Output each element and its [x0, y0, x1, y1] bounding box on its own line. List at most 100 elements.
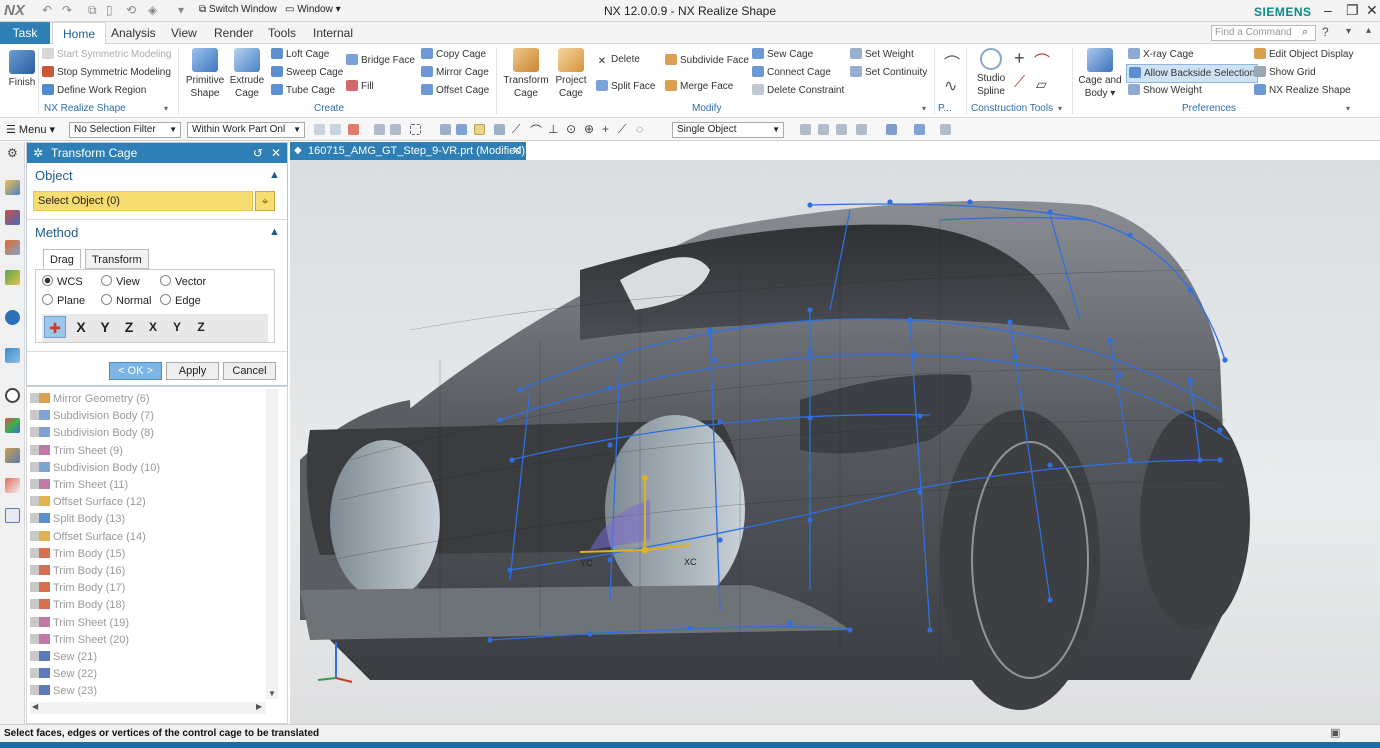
existing-point-icon[interactable]: ⟋	[618, 122, 626, 137]
allow-backside-toggle[interactable]: Allow Backside Selection	[1126, 64, 1259, 83]
orient-view-icon[interactable]	[856, 124, 867, 135]
minimize-icon[interactable]: –	[1324, 2, 1332, 18]
copy-cage-button[interactable]: Copy Cage	[421, 48, 486, 61]
rectangle-select-icon[interactable]	[410, 124, 421, 135]
vertex-select-icon[interactable]	[474, 124, 485, 135]
bridge-face-button[interactable]: Bridge Face	[346, 54, 415, 67]
dialog-title-bar[interactable]: ✲ Transform Cage ↺ ✕	[27, 143, 287, 163]
loft-cage-button[interactable]: Loft Cage	[271, 48, 329, 61]
tree-row[interactable]: Subdivision Body (8)	[30, 425, 266, 442]
fill-button[interactable]: Fill	[346, 80, 374, 93]
close-icon[interactable]: ✕	[1366, 2, 1378, 19]
undo-icon[interactable]: ↶	[42, 3, 52, 17]
edit-object-display-button[interactable]: Edit Object Display	[1254, 48, 1353, 61]
show-grid-toggle[interactable]: Show Grid	[1254, 66, 1316, 79]
roles-icon[interactable]	[5, 478, 20, 493]
sew-cage-button[interactable]: Sew Cage	[752, 48, 813, 61]
cancel-button[interactable]: Cancel	[223, 362, 276, 380]
curve-snap-icon[interactable]: ⌒	[530, 122, 542, 139]
filter-color-icon[interactable]	[348, 124, 359, 135]
radio-normal[interactable]: Normal	[101, 294, 151, 307]
snap-icon[interactable]	[314, 124, 325, 135]
transform-cage-button[interactable]: Transform Cage	[502, 48, 550, 100]
line-icon[interactable]: ⟋	[1014, 74, 1025, 92]
group-expand-icon[interactable]: ▾	[1346, 104, 1350, 113]
copy-icon[interactable]: ⧉	[88, 3, 97, 18]
center-point-icon[interactable]: ⊙	[566, 122, 576, 136]
radio-view[interactable]: View	[101, 275, 140, 288]
tab-view[interactable]: View	[161, 22, 207, 44]
radio-wcs[interactable]: WCS	[42, 275, 83, 288]
curve-icon[interactable]: ⌒	[944, 50, 960, 74]
y-axis-button[interactable]: Y	[94, 316, 116, 338]
tab-task[interactable]: Task	[0, 22, 50, 44]
offset-cage-button[interactable]: Offset Cage	[421, 84, 489, 97]
ribbon-collapse-icon[interactable]: ▴	[1366, 25, 1371, 36]
history-icon[interactable]	[5, 348, 20, 363]
tab-home[interactable]: Home	[52, 22, 107, 44]
group-expand-icon[interactable]: ▾	[1058, 104, 1062, 113]
connect-cage-button[interactable]: Connect Cage	[752, 66, 831, 79]
scroll-left-icon[interactable]: ◀	[32, 702, 38, 711]
tree-row[interactable]: Trim Body (18)	[30, 597, 266, 614]
primitive-shape-button[interactable]: Primitive Shape	[184, 48, 226, 100]
tree-row[interactable]: Split Body (13)	[30, 511, 266, 528]
set-weight-button[interactable]: Set Weight	[850, 48, 914, 61]
wave-curve-icon[interactable]: ∿	[944, 76, 957, 96]
finish-button[interactable]: Finish	[6, 50, 38, 89]
tree-vertical-scrollbar[interactable]: ▼	[266, 389, 278, 699]
selection-mode-select[interactable]: Single Object ▼	[672, 122, 784, 138]
select-all-icon[interactable]	[374, 124, 385, 135]
object-section-header[interactable]: Object	[35, 168, 73, 183]
menu-button[interactable]: ☰ Menu ▾	[6, 123, 55, 136]
selection-scope-select[interactable]: Within Work Part Onl ▼	[187, 122, 305, 138]
y-rotate-button[interactable]: Y	[166, 316, 188, 338]
extrude-cage-button[interactable]: Extrude Cage	[228, 48, 266, 100]
tree-row[interactable]: Subdivision Body (7)	[30, 408, 266, 425]
point-on-curve-icon[interactable]: ◌	[636, 122, 643, 136]
edge-select-icon[interactable]	[494, 124, 505, 135]
settings-icon[interactable]: ⚙	[7, 146, 18, 160]
zoom-icon[interactable]	[818, 124, 829, 135]
radio-plane[interactable]: Plane	[42, 294, 85, 307]
deselect-icon[interactable]	[390, 124, 401, 135]
find-command-input[interactable]: Find a Command	[1211, 25, 1316, 41]
free-drag-icon[interactable]: ✚	[44, 316, 66, 338]
scroll-down-icon[interactable]: ▼	[268, 689, 276, 698]
tree-row[interactable]: Sew (21)	[30, 649, 266, 666]
tube-cage-button[interactable]: Tube Cage	[271, 84, 335, 97]
tree-row[interactable]: Trim Sheet (20)	[30, 632, 266, 649]
tab-render[interactable]: Render	[204, 22, 263, 44]
web-browser-icon[interactable]	[5, 310, 20, 325]
xray-cage-toggle[interactable]: X-ray Cage	[1128, 48, 1194, 61]
z-axis-button[interactable]: Z	[118, 316, 140, 338]
split-face-button[interactable]: Split Face	[596, 80, 655, 93]
fit-icon[interactable]	[800, 124, 811, 135]
merge-face-button[interactable]: Merge Face	[665, 80, 733, 93]
nx-realize-shape-pref[interactable]: NX Realize Shape	[1254, 84, 1351, 97]
start-symmetric-button[interactable]: Start Symmetric Modeling	[42, 48, 171, 61]
tree-row[interactable]: Sew (22)	[30, 666, 266, 683]
delete-constraint-button[interactable]: Delete Constraint	[752, 84, 844, 97]
tree-row[interactable]: Offset Surface (12)	[30, 494, 266, 511]
radio-edge[interactable]: Edge	[160, 294, 201, 307]
tree-row[interactable]: Trim Sheet (11)	[30, 477, 266, 494]
feature-icon[interactable]	[440, 124, 451, 135]
tab-tools[interactable]: Tools	[258, 22, 306, 44]
apply-button[interactable]: Apply	[166, 362, 219, 380]
plane-icon[interactable]: ▱	[1036, 76, 1047, 93]
part-file-tab[interactable]: ◆ 160715_AMG_GT_Step_9-VR.prt (Modified)…	[290, 142, 526, 160]
project-cage-button[interactable]: Project Cage	[552, 48, 590, 100]
tree-row[interactable]: Trim Body (15)	[30, 546, 266, 563]
tree-row[interactable]: Sew (23)	[30, 683, 266, 700]
customize-icon[interactable]: ▾	[178, 3, 184, 17]
display-icon[interactable]	[914, 124, 925, 135]
tree-horizontal-scrollbar[interactable]: ◀ ▶	[30, 702, 266, 714]
method-section-header[interactable]: Method	[35, 225, 78, 240]
z-rotate-button[interactable]: Z	[190, 316, 212, 338]
tree-row[interactable]: Trim Body (17)	[30, 580, 266, 597]
tree-row[interactable]: Trim Sheet (19)	[30, 615, 266, 632]
reset-icon[interactable]: ↺	[253, 143, 263, 163]
fullscreen-icon[interactable]: ▣	[1330, 725, 1340, 742]
search-icon[interactable]: ⌕	[1302, 26, 1308, 39]
